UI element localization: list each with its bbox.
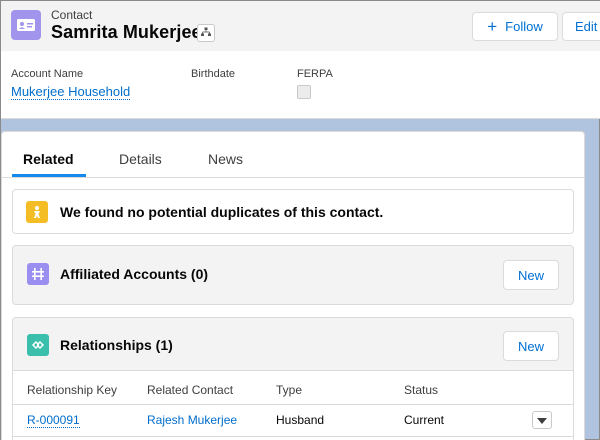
record-header: Contact Samrita Mukerjee + Follow Edit bbox=[1, 1, 600, 51]
column-header-relationship-key[interactable]: Relationship Key bbox=[27, 383, 117, 397]
related-contact-link[interactable]: Rajesh Mukerjee bbox=[147, 413, 237, 427]
tab-news[interactable]: News bbox=[208, 151, 243, 167]
tab-related[interactable]: Related bbox=[23, 151, 74, 167]
affiliated-accounts-card: Affiliated Accounts (0) New bbox=[12, 245, 574, 305]
plus-icon: + bbox=[487, 17, 498, 36]
relationship-status: Current bbox=[404, 413, 445, 427]
relationships-card: Relationships (1) New Relationship Key R… bbox=[12, 317, 574, 440]
header-divider bbox=[13, 404, 573, 405]
relationship-key-link[interactable]: R-000091 bbox=[27, 413, 80, 428]
row-actions-button[interactable] bbox=[532, 411, 552, 429]
column-header-status[interactable]: Status bbox=[404, 383, 438, 397]
follow-label: Follow bbox=[505, 19, 543, 34]
hierarchy-button[interactable] bbox=[197, 24, 215, 42]
duplicates-card: We found no potential duplicates of this… bbox=[12, 189, 574, 234]
account-name-link[interactable]: Mukerjee Household bbox=[11, 84, 131, 100]
relationship-type: Husband bbox=[276, 413, 325, 427]
tab-bar: Related Details News bbox=[2, 132, 584, 178]
relationships-title: Relationships (1) bbox=[60, 337, 173, 353]
column-header-type[interactable]: Type bbox=[276, 383, 302, 397]
follow-button[interactable]: + Follow bbox=[472, 12, 558, 41]
ferpa-label: FERPA bbox=[297, 68, 333, 80]
highlights-panel: Account Name Mukerjee Household Birthdat… bbox=[1, 51, 600, 119]
relationships-table: Relationship Key Related Contact Type St… bbox=[13, 370, 573, 440]
ferpa-checkbox bbox=[297, 85, 311, 99]
row-divider bbox=[13, 436, 573, 437]
affiliated-accounts-title: Affiliated Accounts (0) bbox=[60, 266, 209, 282]
related-card: Related Details News We found no potenti… bbox=[1, 131, 585, 440]
contact-card-icon bbox=[11, 10, 41, 40]
account-name-label: Account Name bbox=[11, 68, 84, 80]
edit-label: Edit bbox=[575, 19, 598, 34]
relationships-new-button[interactable]: New bbox=[503, 331, 559, 361]
chevron-down-icon bbox=[537, 411, 547, 429]
duplicate-person-icon bbox=[26, 201, 48, 223]
birthdate-label: Birthdate bbox=[191, 68, 236, 80]
affiliated-accounts-new-button[interactable]: New bbox=[503, 260, 559, 290]
affiliations-icon bbox=[27, 263, 49, 285]
active-tab-indicator bbox=[12, 174, 86, 177]
object-type-label: Contact bbox=[51, 8, 93, 22]
column-header-related-contact[interactable]: Related Contact bbox=[147, 383, 233, 397]
hierarchy-icon bbox=[201, 24, 211, 42]
relationships-icon bbox=[27, 334, 49, 356]
record-title: Samrita Mukerjee bbox=[51, 22, 202, 42]
tab-details[interactable]: Details bbox=[119, 151, 162, 167]
edit-button[interactable]: Edit bbox=[562, 12, 600, 41]
duplicates-message: We found no potential duplicates of this… bbox=[60, 204, 384, 220]
